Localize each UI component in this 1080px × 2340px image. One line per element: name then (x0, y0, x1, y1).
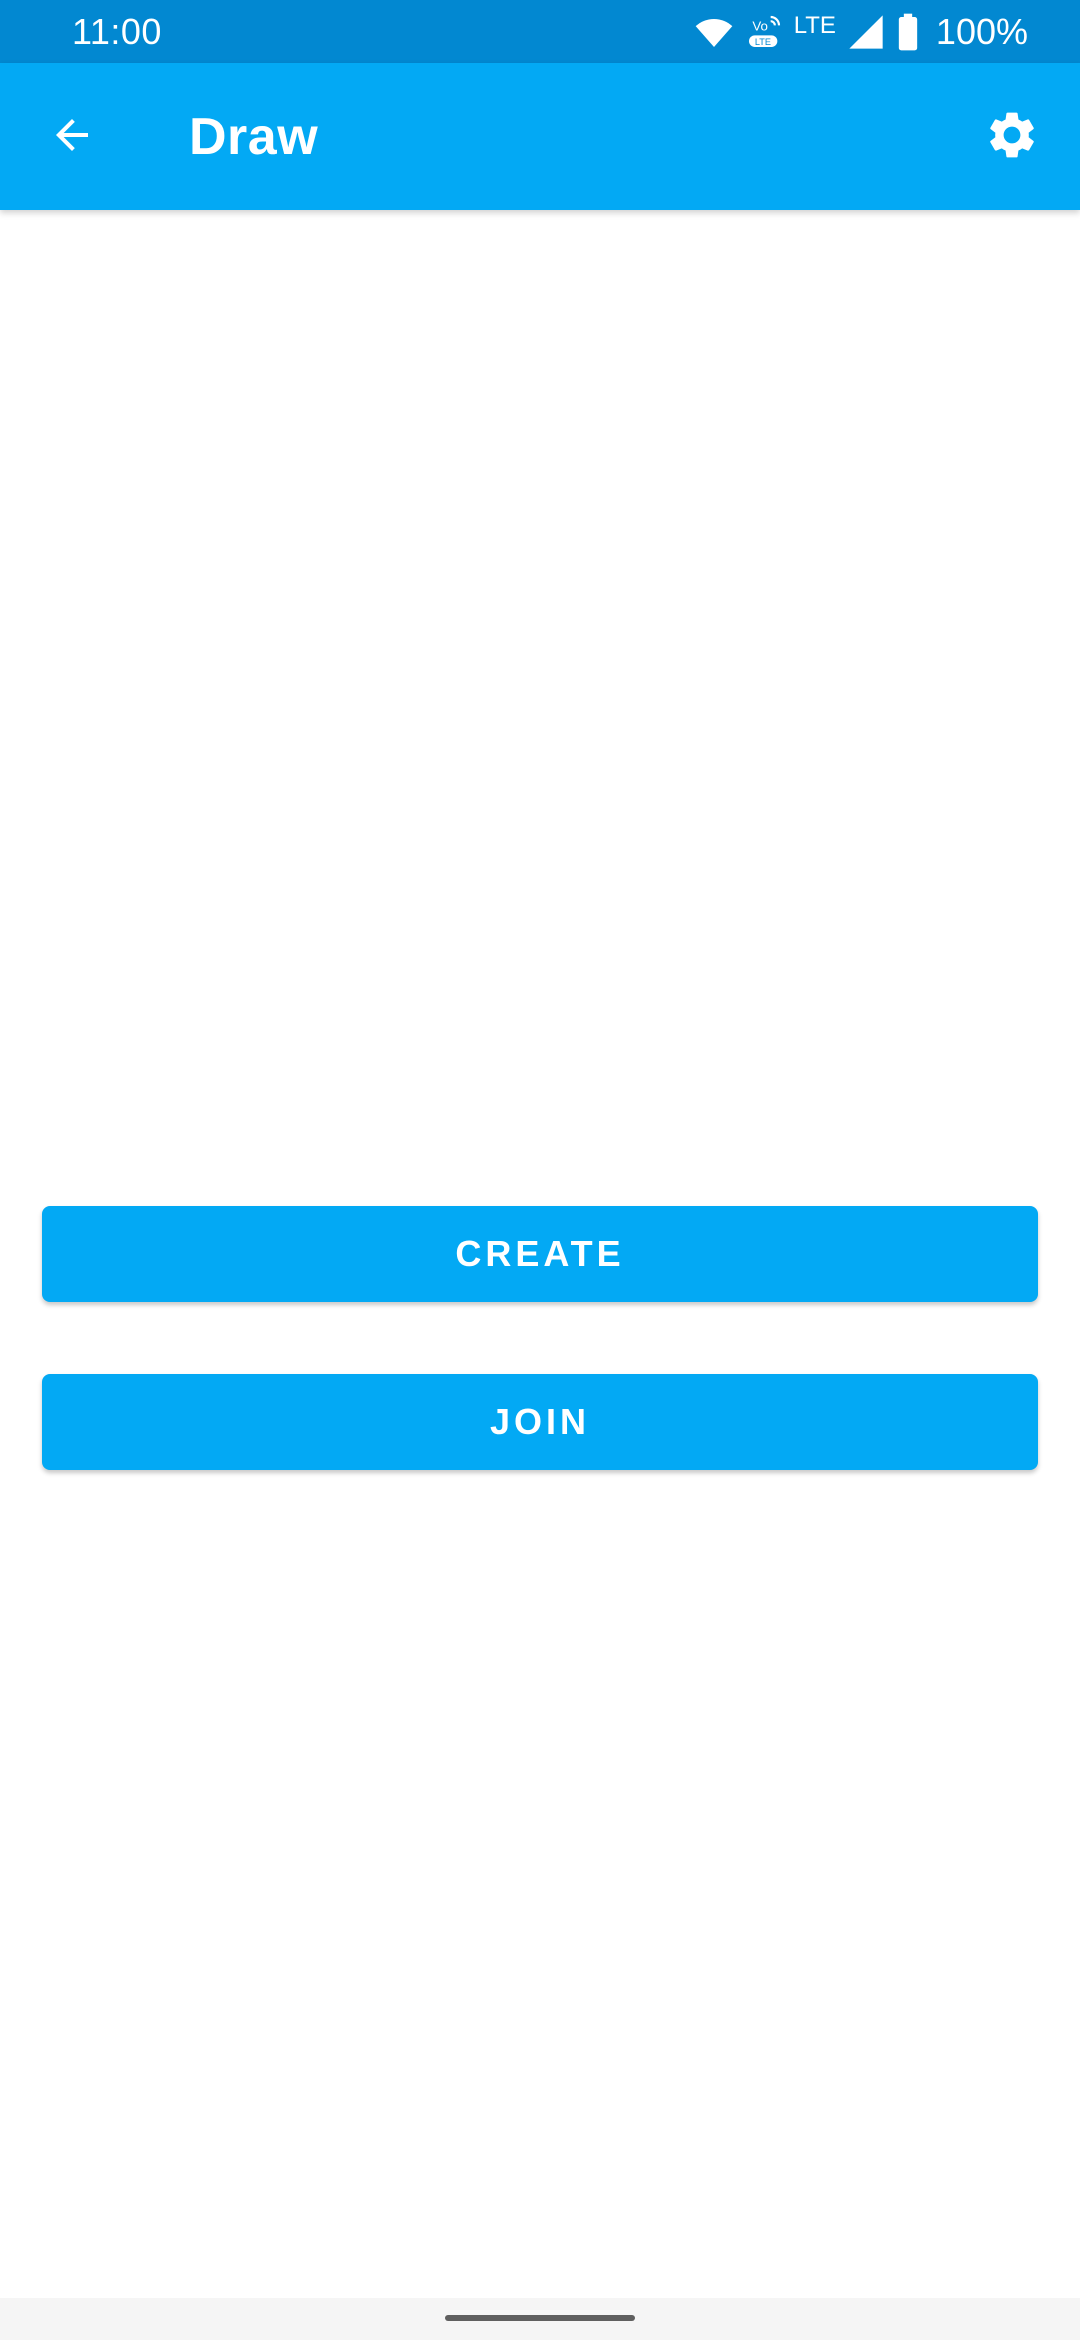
back-button[interactable] (36, 101, 108, 173)
page-title: Draw (189, 108, 319, 166)
svg-text:LTE: LTE (755, 37, 771, 47)
navigation-bar (0, 2298, 1080, 2340)
create-button[interactable]: CREATE (42, 1206, 1038, 1302)
app-bar: Draw (0, 63, 1080, 210)
battery-icon (896, 12, 920, 52)
lte-icon: LTE (794, 14, 836, 44)
svg-text:Vo: Vo (752, 18, 768, 33)
join-button[interactable]: JOIN (42, 1374, 1038, 1470)
arrow-back-icon (48, 111, 96, 164)
gear-icon (984, 107, 1040, 168)
draw-screen: 11:00 Vo LTE LTE 100% Draw CREATE JOIN (0, 0, 1080, 2340)
status-bar: 11:00 Vo LTE LTE 100% (0, 0, 1080, 63)
status-time: 11:00 (72, 11, 162, 52)
wifi-icon (694, 12, 734, 52)
home-gesture-handle[interactable] (445, 2315, 635, 2321)
status-icons: Vo LTE LTE 100% (694, 10, 1028, 54)
battery-percent: 100% (935, 11, 1028, 52)
volte-icon: Vo LTE (744, 12, 784, 52)
settings-button[interactable] (976, 101, 1048, 173)
lte-label: LTE (793, 12, 836, 39)
signal-icon (846, 12, 886, 52)
